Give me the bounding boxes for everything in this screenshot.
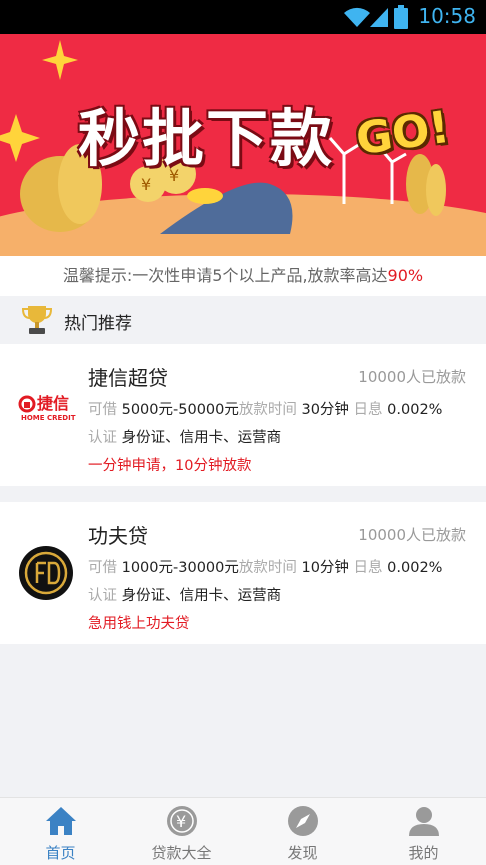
amount-value: 5000元-50000元 <box>121 402 239 418</box>
borrower-count: 10000人已放款 <box>358 526 466 544</box>
product-slogan: 急用钱上功夫贷 <box>88 616 190 632</box>
product-slogan: 一分钟申请，10分钟放款 <box>88 458 252 474</box>
cert-label: 认证 <box>88 588 117 604</box>
tab-profile[interactable]: 我的 <box>363 798 484 865</box>
section-header: 热门推荐 <box>0 296 486 344</box>
gongfu-logo-icon <box>19 546 73 600</box>
trophy-icon <box>22 306 52 334</box>
tab-home-label: 首页 <box>45 844 76 862</box>
yen-coin-icon: ¥ <box>166 806 197 836</box>
compass-icon <box>287 806 318 836</box>
banner-title: 秒批下款 <box>78 102 335 175</box>
product-card[interactable]: 捷信 HOME CREDIT 捷信超贷 10000人已放款 可借 5000元-5… <box>0 344 486 486</box>
product-name: 捷信超贷 <box>88 366 168 390</box>
home-icon <box>45 807 76 835</box>
product-card[interactable]: 功夫贷 10000人已放款 可借 1000元-30000元放款时间 10分钟 日… <box>0 502 486 644</box>
amount-label: 可借 <box>88 402 117 418</box>
time-label: 放款时间 <box>238 560 297 576</box>
rate-label: 日息 <box>353 560 383 576</box>
product-certification: 认证 身份证、信用卡、运营商 <box>88 426 281 447</box>
section-title: 热门推荐 <box>64 314 132 334</box>
notice-bar: 温馨提示:一次性申请5个以上产品,放款率高达90% <box>0 256 486 296</box>
svg-text:¥: ¥ <box>176 812 186 831</box>
notice-text: 温馨提示:一次性申请5个以上产品,放款率高达 <box>62 266 388 285</box>
status-bar: 10:58 <box>0 0 486 34</box>
time-label: 放款时间 <box>238 402 297 418</box>
logo-subtext: HOME CREDIT <box>21 414 76 422</box>
tab-home[interactable]: 首页 <box>0 798 121 865</box>
logo-text: 捷信 <box>37 394 70 413</box>
rate-value: 0.002% <box>387 560 443 576</box>
user-icon <box>408 807 439 836</box>
tab-profile-label: 我的 <box>408 844 439 862</box>
time-value: 10分钟 <box>301 560 349 576</box>
rate-value: 0.002% <box>387 402 443 418</box>
product-logo: 捷信 HOME CREDIT <box>18 390 76 430</box>
cert-label: 认证 <box>88 430 117 446</box>
clock: 10:58 <box>418 4 476 28</box>
time-value: 30分钟 <box>301 402 349 418</box>
product-certification: 认证 身份证、信用卡、运营商 <box>88 584 281 605</box>
signal-icon <box>370 8 388 27</box>
cert-value: 身份证、信用卡、运营商 <box>121 430 282 446</box>
bottom-tab-bar: 首页 ¥ 贷款大全 发现 我的 <box>0 797 486 865</box>
battery-icon <box>394 5 408 29</box>
tab-discover-label: 发现 <box>287 844 318 862</box>
tab-discover[interactable]: 发现 <box>242 798 363 865</box>
promo-banner[interactable]: ¥ ¥ 秒批下款 GO! <box>0 34 486 256</box>
tab-loans-label: 贷款大全 <box>151 844 212 862</box>
notice-highlight: 90% <box>387 266 424 285</box>
tab-loans[interactable]: ¥ 贷款大全 <box>121 798 242 865</box>
product-terms: 可借 1000元-30000元放款时间 10分钟 日息 0.002% <box>88 556 442 577</box>
borrower-count: 10000人已放款 <box>358 368 466 386</box>
cert-value: 身份证、信用卡、运营商 <box>121 588 282 604</box>
amount-value: 1000元-30000元 <box>121 560 239 576</box>
rate-label: 日息 <box>353 402 383 418</box>
amount-label: 可借 <box>88 560 117 576</box>
product-name: 功夫贷 <box>88 524 148 548</box>
product-terms: 可借 5000元-50000元放款时间 30分钟 日息 0.002% <box>88 398 442 419</box>
product-logo <box>18 545 74 601</box>
